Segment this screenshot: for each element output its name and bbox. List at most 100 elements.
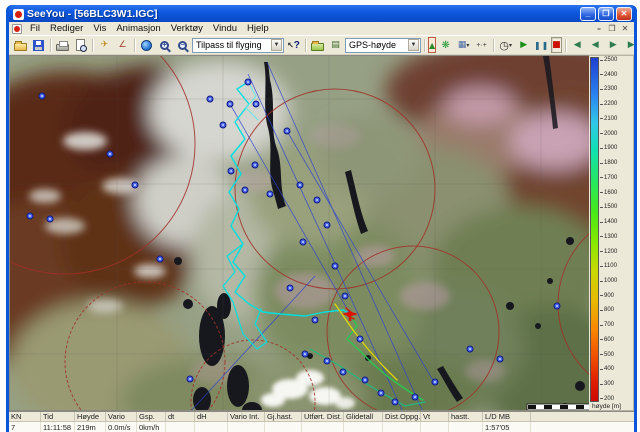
waypoint-marker[interactable] <box>284 128 290 134</box>
waypoint-marker[interactable] <box>497 356 503 362</box>
waypoint-marker[interactable] <box>340 369 346 375</box>
waypoint-marker[interactable] <box>324 358 330 364</box>
column-header[interactable]: L/D MB <box>483 412 531 421</box>
column-header[interactable]: Glidetall <box>344 412 383 421</box>
menu-item-verktøy[interactable]: Verktøy <box>166 23 208 34</box>
waypoint-marker[interactable] <box>267 191 273 197</box>
mdi-close-button[interactable]: ✕ <box>619 25 631 33</box>
waypoint-marker[interactable] <box>187 376 193 382</box>
zoom-fit-dropdown[interactable]: Tilpass til flyging ▼ <box>192 38 284 53</box>
map-scale-bar <box>527 404 589 410</box>
column-header[interactable]: hastt. <box>449 412 483 421</box>
mdi-document-icon[interactable] <box>12 24 22 34</box>
save-disk-icon <box>33 40 44 51</box>
flight-graph-toggle[interactable]: ▲ <box>428 37 436 53</box>
measure-tool-button[interactable]: ∠ <box>114 37 131 53</box>
waypoint-marker[interactable] <box>392 399 398 405</box>
waypoint-marker[interactable] <box>554 303 560 309</box>
waypoint-marker[interactable] <box>107 151 113 157</box>
waypoint-marker[interactable] <box>242 187 248 193</box>
waypoint-marker[interactable] <box>302 351 308 357</box>
flight-properties-button[interactable]: ✈ <box>96 37 113 53</box>
column-header[interactable]: Vario <box>106 412 137 421</box>
print-button[interactable] <box>54 37 71 53</box>
restore-button[interactable]: ❐ <box>598 7 614 21</box>
waypoint-marker[interactable] <box>27 213 33 219</box>
mdi-minimize-button[interactable]: – <box>593 25 605 33</box>
waypoint-marker[interactable] <box>132 182 138 188</box>
color-scheme-dropdown[interactable]: GPS-høyde ▼ <box>345 38 421 53</box>
menu-item-vis[interactable]: Vis <box>88 23 111 34</box>
chevron-down-icon[interactable]: ▼ <box>271 39 282 51</box>
waypoint-marker[interactable] <box>297 182 303 188</box>
menu-item-vindu[interactable]: Vindu <box>208 23 242 34</box>
column-header[interactable]: Gsp. <box>137 412 166 421</box>
map-settings-button[interactable] <box>138 37 155 53</box>
column-header[interactable]: Vt <box>421 412 449 421</box>
last-frame-button[interactable]: ▶ <box>623 37 640 53</box>
column-header[interactable]: Høyde <box>75 412 106 421</box>
waypoint-marker[interactable] <box>342 293 348 299</box>
play-button[interactable]: ▶ <box>515 37 532 53</box>
close-button[interactable]: ✕ <box>616 7 632 21</box>
waypoint-marker[interactable] <box>324 222 330 228</box>
pause-button[interactable]: ❚❚ <box>533 37 550 53</box>
context-help-button[interactable]: ↖? <box>285 37 302 53</box>
waypoint-marker[interactable] <box>245 79 251 85</box>
flight-list-button[interactable]: ▤ <box>327 37 344 53</box>
menu-item-hjelp[interactable]: Hjelp <box>242 23 274 34</box>
stop-button[interactable]: ■ <box>551 37 562 53</box>
waypoint-marker[interactable] <box>312 317 318 323</box>
waypoint-marker[interactable] <box>220 122 226 128</box>
column-header[interactable]: Utført. Dist. <box>302 412 344 421</box>
chevron-down-icon[interactable]: ▼ <box>408 39 419 51</box>
waypoint-marker[interactable] <box>432 379 438 385</box>
mdi-restore-button[interactable]: ❐ <box>606 25 618 33</box>
waypoint-marker[interactable] <box>228 168 234 174</box>
optimize-button[interactable]: ❋ <box>437 37 454 53</box>
waypoint-marker[interactable] <box>412 394 418 400</box>
waypoint-marker[interactable] <box>300 239 306 245</box>
table-data-row[interactable]: 711:11:58219m0.0m/s0km/h1:57'05 <box>9 422 634 432</box>
waypoint-marker[interactable] <box>378 390 384 396</box>
waypoint-marker[interactable] <box>357 336 363 342</box>
waypoint-marker[interactable] <box>253 101 259 107</box>
route-tool-button[interactable]: +·+ <box>473 37 490 53</box>
column-header[interactable]: dH <box>195 412 228 421</box>
prev-frame-button[interactable]: ◀ <box>587 37 604 53</box>
zoom-in-button[interactable]: + <box>156 37 173 53</box>
waypoint-marker[interactable] <box>47 216 53 222</box>
map-view[interactable] <box>9 55 589 411</box>
first-frame-button[interactable]: ◀ <box>569 37 586 53</box>
zoom-out-button[interactable]: − <box>174 37 191 53</box>
column-header[interactable]: Gj.hast. <box>265 412 302 421</box>
title-bar[interactable]: SeeYou - [56BLC3W1.IGC] _ ❐ ✕ <box>9 5 634 22</box>
animation-clock-button[interactable]: ◷▾ <box>497 37 514 53</box>
column-header[interactable]: KN <box>9 412 41 421</box>
waypoint-marker[interactable] <box>362 377 368 383</box>
print-preview-button[interactable] <box>72 37 89 53</box>
minimize-button[interactable]: _ <box>580 7 596 21</box>
save-button[interactable] <box>30 37 47 53</box>
waypoint-marker[interactable] <box>332 263 338 269</box>
waypoint-marker[interactable] <box>39 93 45 99</box>
column-header[interactable]: Dist.Oppg... <box>383 412 421 421</box>
open-button[interactable] <box>12 37 29 53</box>
menu-item-fil[interactable]: Fil <box>25 23 45 34</box>
waypoint-marker[interactable] <box>287 285 293 291</box>
next-frame-button[interactable]: ▶ <box>605 37 622 53</box>
waypoint-marker[interactable] <box>157 256 163 262</box>
waypoint-marker[interactable] <box>467 346 473 352</box>
table-header-row: KNTidHøydeVarioGsp.dtdHVario Int.Gj.hast… <box>9 412 634 422</box>
menu-item-rediger[interactable]: Rediger <box>45 23 88 34</box>
waypoint-marker[interactable] <box>207 96 213 102</box>
column-header[interactable]: Tid <box>41 412 75 421</box>
column-header[interactable]: dt <box>166 412 195 421</box>
open-flight-button[interactable] <box>309 37 326 53</box>
column-header[interactable]: Vario Int. <box>228 412 265 421</box>
waypoint-marker[interactable] <box>252 162 258 168</box>
menu-item-animasjon[interactable]: Animasjon <box>111 23 165 34</box>
statistics-button[interactable]: ▦▾ <box>455 37 472 53</box>
waypoint-marker[interactable] <box>227 101 233 107</box>
waypoint-marker[interactable] <box>314 197 320 203</box>
